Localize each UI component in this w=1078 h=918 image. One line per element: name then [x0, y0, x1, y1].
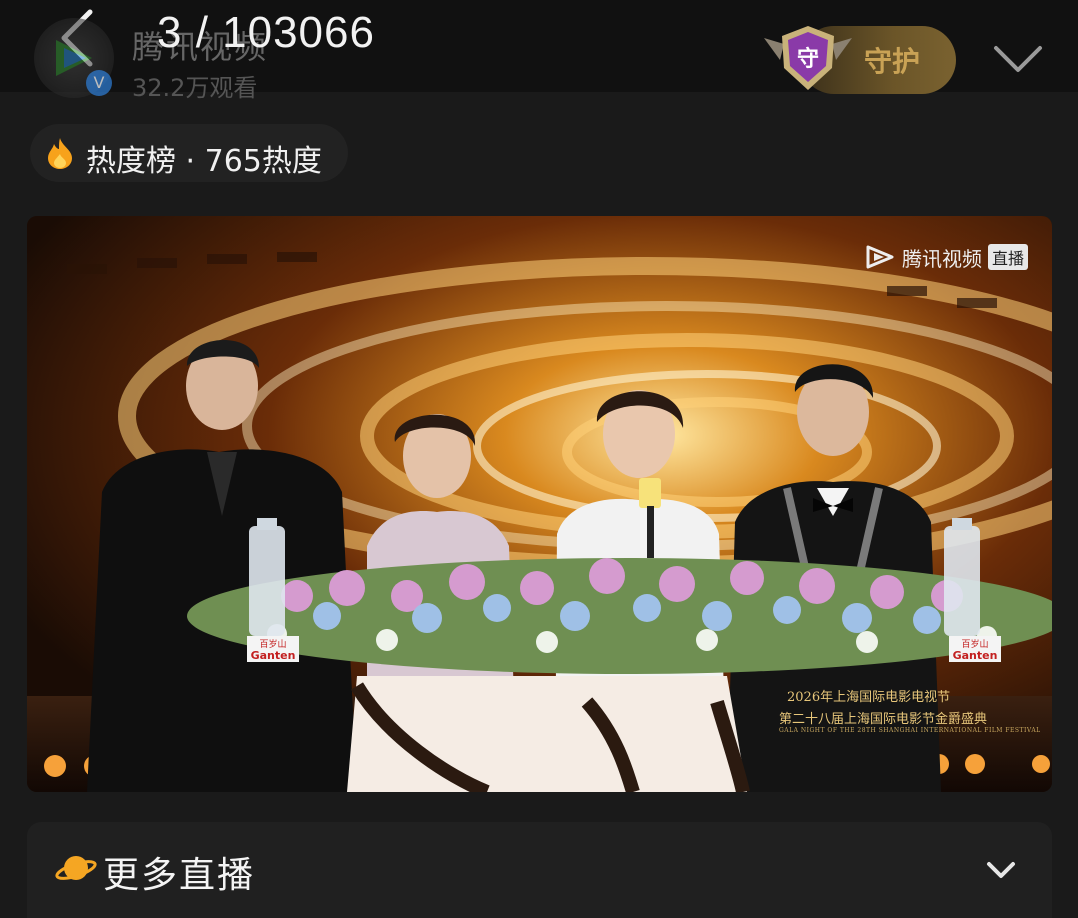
guard-button[interactable]: 守 守护	[760, 26, 956, 96]
guard-shield-icon: 守	[764, 26, 852, 90]
watermark-live-badge: 直播	[987, 244, 1028, 270]
event-caption-line2: 第二十八届上海国际电影节金爵盛典	[779, 712, 988, 727]
more-live-label: 更多直播	[103, 855, 256, 896]
page-counter: 3 / 103066	[157, 8, 375, 57]
event-caption-line3: GALA NIGHT OF THE 28TH SHANGHAI INTERNAT…	[779, 727, 1041, 734]
bottle-label-right-brand: Ganten	[953, 649, 998, 662]
chevron-down-icon[interactable]	[992, 40, 1044, 80]
hot-ranking-chip[interactable]: 热度榜 · 765热度	[30, 124, 348, 182]
view-count: 32.2万观看	[132, 74, 258, 102]
guard-shield-char: 守	[797, 46, 819, 72]
video-frame-scene: 百岁山 Ganten 百岁山 Ganten	[27, 216, 1052, 792]
hot-ranking-text: 热度榜 · 765热度	[86, 144, 322, 179]
chevron-down-icon[interactable]	[985, 858, 1017, 882]
planet-icon	[55, 856, 97, 880]
tencent-video-watermark-icon	[866, 245, 894, 269]
verified-badge-icon: V	[86, 70, 112, 96]
top-bar: V 腾讯视频 32.2万观看 3 / 103066 守 守护	[0, 0, 1078, 102]
video-watermark: 腾讯视频 直播	[864, 242, 1028, 272]
live-video-player[interactable]: 百岁山 Ganten 百岁山 Ganten 腾讯视频 直播 2026年上海国际电…	[27, 216, 1052, 792]
more-live-bar[interactable]: 更多直播	[27, 822, 1052, 918]
fire-icon	[48, 138, 72, 169]
bottle-label-left-brand: Ganten	[251, 649, 296, 662]
watermark-text: 腾讯视频	[901, 246, 982, 271]
guard-label: 守护	[864, 45, 921, 78]
event-caption-line1: 2026年上海国际电影电视节	[787, 690, 951, 705]
